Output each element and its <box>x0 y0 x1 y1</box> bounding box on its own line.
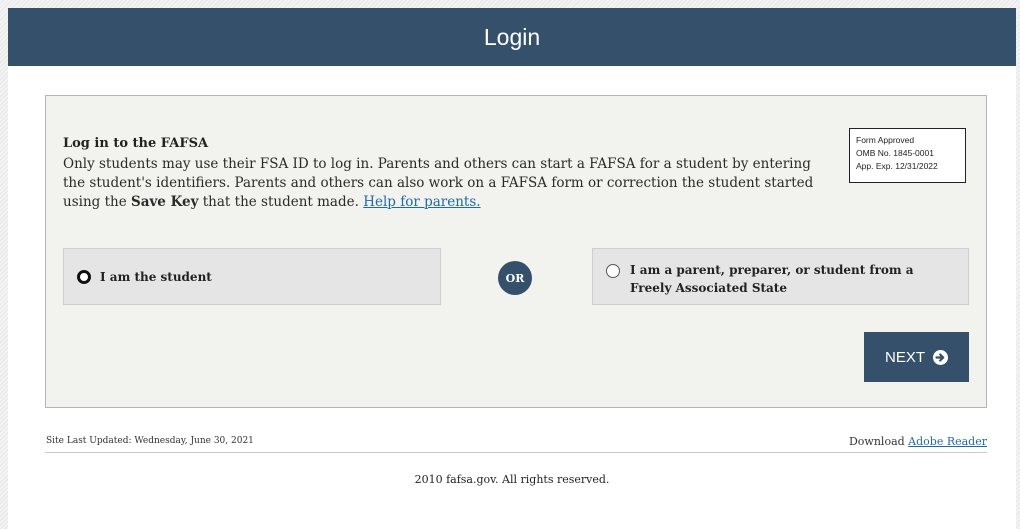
adobe-reader-link[interactable]: Adobe Reader <box>908 435 987 448</box>
parent-option[interactable]: I am a parent, preparer, or student from… <box>592 248 969 305</box>
arrow-right-circle-icon <box>933 349 948 365</box>
omb-expiration: App. Exp. 12/31/2022 <box>856 161 938 171</box>
omb-form-approved: Form Approved <box>856 135 915 145</box>
omb-number: OMB No. 1845-0001 <box>856 148 934 158</box>
description-text-2: that the student made. <box>198 194 364 210</box>
site-last-updated: Site Last Updated: Wednesday, June 30, 2… <box>46 436 254 446</box>
or-badge: OR <box>498 261 532 295</box>
header-bar: Login <box>8 8 1016 66</box>
help-for-parents-link[interactable]: Help for parents. <box>363 194 480 210</box>
page: Login Log in to the FAFSA Only students … <box>8 8 1016 529</box>
omb-box: Form Approved OMB No. 1845-0001 App. Exp… <box>849 128 966 183</box>
parent-option-label: I am a parent, preparer, or student from… <box>630 263 914 295</box>
next-label: NEXT <box>884 348 925 366</box>
next-button[interactable]: NEXT <box>864 332 969 382</box>
footer-divider <box>45 452 987 453</box>
panel-description: Only students may use their FSA ID to lo… <box>63 155 823 212</box>
student-option[interactable]: I am the student <box>63 248 441 305</box>
page-title: Login <box>483 23 541 50</box>
copyright-text: 2010 fafsa.gov. All rights reserved. <box>414 473 610 486</box>
student-option-label: I am the student <box>100 269 212 284</box>
download-prefix: Download <box>848 435 909 448</box>
parent-radio[interactable] <box>606 264 620 278</box>
save-key-text: Save Key <box>130 194 199 210</box>
download-reader: Download Adobe Reader <box>849 435 987 448</box>
login-panel: Log in to the FAFSA Only students may us… <box>45 95 987 408</box>
student-radio[interactable] <box>77 269 91 284</box>
panel-title: Log in to the FAFSA <box>63 136 209 151</box>
